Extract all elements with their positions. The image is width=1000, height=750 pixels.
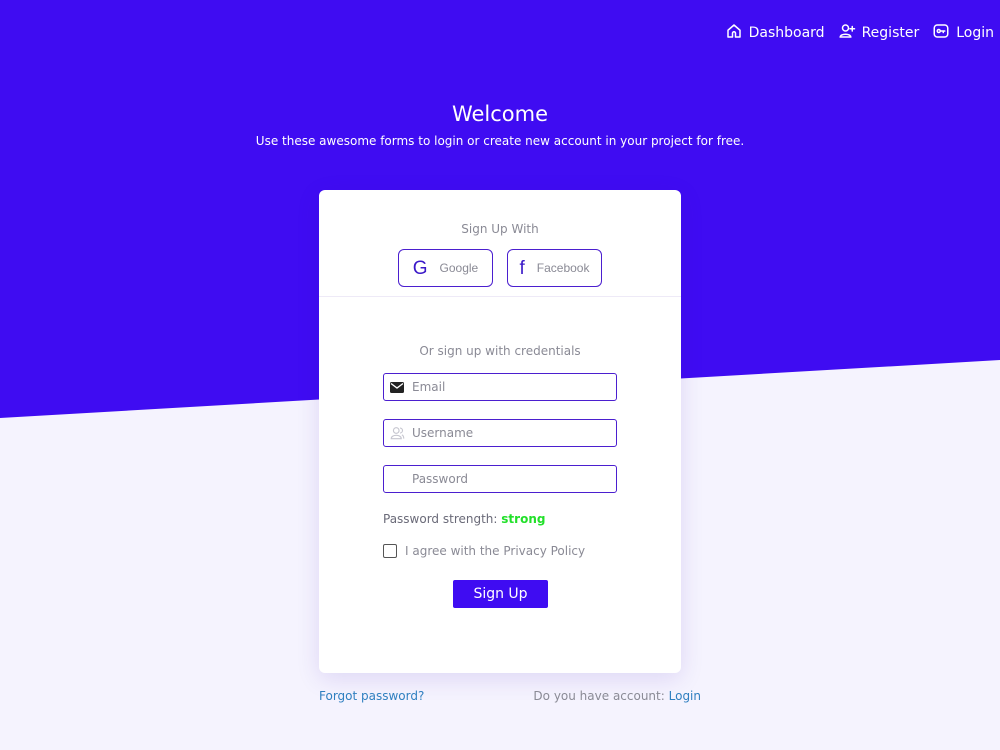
credentials-label: Or sign up with credentials <box>419 344 581 358</box>
page-title: Welcome <box>451 102 549 126</box>
password-strength: Password strength: strong <box>383 512 545 526</box>
page-subtitle: Use these awesome forms to login or crea… <box>255 134 745 148</box>
forgot-password-link[interactable]: Forgot password? <box>319 689 424 703</box>
social-signup-section: Sign Up With G Google f Facebook <box>319 190 681 297</box>
nav-register-label: Register <box>861 25 920 41</box>
have-account-label: Do you have account: <box>533 689 665 703</box>
signup-with-label: Sign Up With <box>461 222 539 236</box>
password-input[interactable] <box>410 467 600 491</box>
nav-login-link[interactable]: Login <box>932 22 994 44</box>
page: Dashboard Register Login Welcome Use the… <box>0 0 1000 750</box>
google-button-label: Google <box>439 261 479 275</box>
email-field <box>383 373 617 401</box>
password-field <box>383 465 617 493</box>
nav-register-link[interactable]: Register <box>838 22 920 44</box>
signup-card: Sign Up With G Google f Facebook Or sign… <box>319 190 681 673</box>
password-strength-value: strong <box>501 512 546 526</box>
top-nav: Dashboard Register Login <box>725 22 994 44</box>
username-field <box>383 419 617 447</box>
username-input[interactable] <box>410 421 600 445</box>
home-icon <box>725 22 743 44</box>
privacy-agreement-label: I agree with the Privacy Policy <box>405 544 586 558</box>
nav-dashboard-label: Dashboard <box>748 25 825 41</box>
nav-login-label: Login <box>956 25 994 41</box>
facebook-button[interactable]: f Facebook <box>507 249 602 287</box>
privacy-checkbox[interactable] <box>383 544 397 558</box>
envelope-icon <box>384 381 410 393</box>
privacy-agreement: I agree with the Privacy Policy <box>383 544 585 558</box>
nav-dashboard-link[interactable]: Dashboard <box>725 22 825 44</box>
key-icon <box>932 22 950 44</box>
google-button[interactable]: G Google <box>398 249 493 287</box>
login-link[interactable]: Login <box>669 689 701 703</box>
have-account-prompt: Do you have account: Login <box>533 689 701 703</box>
user-icon <box>384 426 410 440</box>
google-icon: G <box>412 257 428 279</box>
facebook-button-label: Facebook <box>536 261 590 275</box>
user-plus-icon <box>838 22 856 44</box>
password-strength-label: Password strength: <box>383 512 498 526</box>
sign-up-button[interactable]: Sign Up <box>453 580 548 608</box>
facebook-icon: f <box>519 257 525 279</box>
social-buttons: G Google f Facebook <box>319 249 681 287</box>
email-input[interactable] <box>410 375 600 399</box>
